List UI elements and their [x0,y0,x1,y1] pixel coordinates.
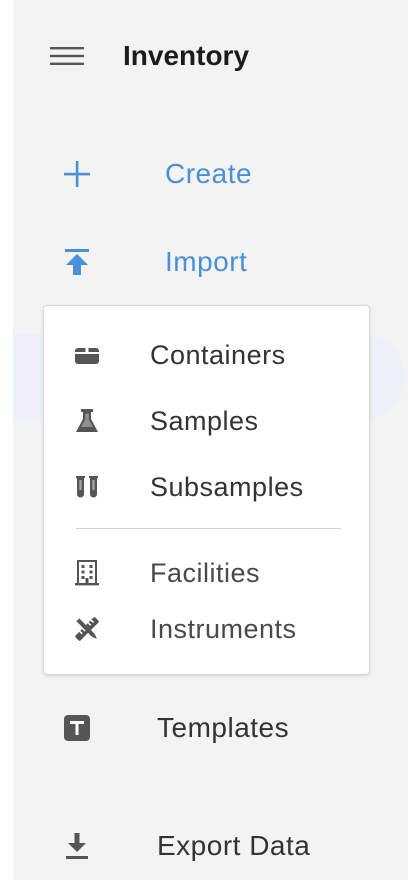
menu-divider [76,528,341,529]
nav-item-label: Create [165,158,253,189]
nav-item-label: Export Data [157,830,311,861]
menu-item-containers[interactable]: Containers [44,329,369,381]
menu-item-label: Instruments [150,613,297,644]
plus-icon [57,154,97,194]
menu-item-label: Samples [150,405,259,436]
menu-item-facilities[interactable]: Facilities [44,547,369,599]
nav-item-create[interactable]: Create [13,146,408,202]
page-title: Inventory [123,40,250,71]
nav-item-export-data[interactable]: Export Data [13,818,408,874]
menu-item-subsamples[interactable]: Subsamples [44,461,369,513]
menu-item-label: Subsamples [150,471,304,502]
box-icon [70,338,104,372]
nav-item-label: Import [165,246,248,277]
hamburger-icon[interactable] [50,44,86,68]
tools-icon [70,612,104,646]
building-icon [70,556,104,590]
download-icon [57,826,97,866]
nav-item-import[interactable]: Import [13,234,408,290]
flask-icon [70,404,104,438]
drawer-header [50,36,86,76]
menu-item-label: Containers [150,339,286,370]
nav-item-label: Templates [157,712,290,743]
menu-item-samples[interactable]: Samples [44,395,369,447]
template-t-icon [57,708,97,748]
test-tubes-icon [70,470,104,504]
menu-item-label: Facilities [150,557,261,588]
nav-item-templates[interactable]: Templates [13,700,408,756]
upload-icon [57,242,97,282]
menu-item-instruments[interactable]: Instruments [44,603,369,655]
create-menu: Containers Samples Subsamples Facilities… [43,305,370,675]
